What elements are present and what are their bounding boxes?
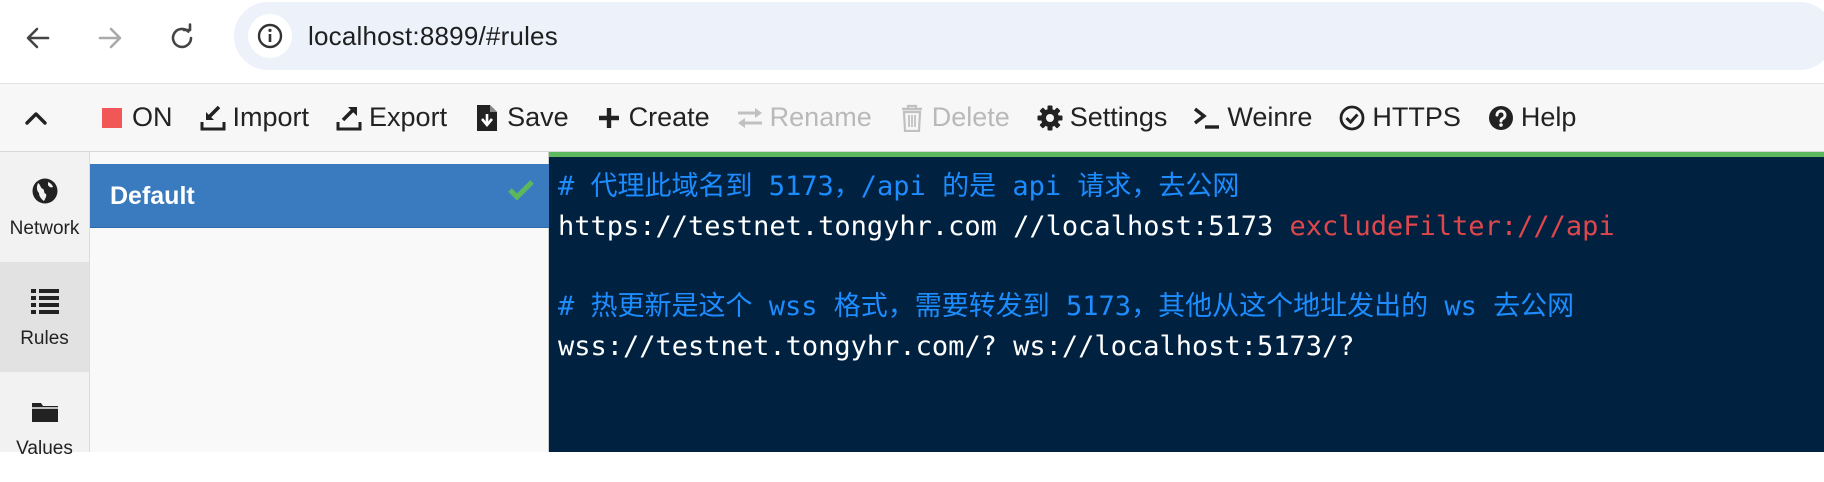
editor-line: # 代理此域名到 5173，/api 的是 api 请求，去公网 bbox=[549, 167, 1824, 207]
toolbar-label: Delete bbox=[931, 102, 1010, 132]
toggle-on-button[interactable]: ON bbox=[98, 84, 173, 152]
rail-label: Network bbox=[9, 218, 80, 239]
back-button[interactable] bbox=[16, 16, 60, 60]
editor-line: https://testnet.tongyhr.com //localhost:… bbox=[549, 207, 1824, 247]
rule-editor[interactable]: # 代理此域名到 5173，/api 的是 api 请求，去公网 https:/… bbox=[549, 152, 1824, 452]
editor-line: # 热更新是这个 wss 格式，需要转发到 5173，其他从这个地址发出的 ws… bbox=[549, 287, 1824, 327]
rule-text: wss://testnet.tongyhr.com/? ws://localho… bbox=[558, 331, 1355, 362]
app-toolbar: ON Import Export Save Create Rename Dele… bbox=[0, 84, 1824, 152]
toolbar-label: HTTPS bbox=[1372, 102, 1461, 132]
settings-button[interactable]: Settings bbox=[1036, 84, 1168, 152]
https-button[interactable]: HTTPS bbox=[1338, 84, 1461, 152]
browser-toolbar: localhost:8899/#rules bbox=[0, 0, 1824, 84]
plus-icon bbox=[595, 104, 623, 132]
toolbar-label: Settings bbox=[1069, 102, 1168, 132]
toolbar-label: Export bbox=[369, 102, 448, 132]
export-button[interactable]: Export bbox=[335, 84, 447, 152]
folder-icon bbox=[30, 394, 60, 428]
rule-text: https://testnet.tongyhr.com //localhost:… bbox=[558, 211, 1290, 242]
create-button[interactable]: Create bbox=[595, 84, 710, 152]
check-circle-icon bbox=[1338, 104, 1366, 132]
forward-button[interactable] bbox=[88, 16, 132, 60]
rail-item-network[interactable]: Network bbox=[0, 152, 89, 262]
import-icon bbox=[199, 104, 227, 132]
checkmark-icon bbox=[507, 178, 535, 207]
trash-icon bbox=[898, 104, 926, 132]
comment-text: # 代理此域名到 5173，/api 的是 api 请求，去公网 bbox=[558, 171, 1240, 202]
weinre-button[interactable]: Weinre bbox=[1193, 84, 1312, 152]
arrow-left-icon bbox=[26, 27, 50, 49]
toolbar-label: Create bbox=[628, 102, 710, 132]
delete-button[interactable]: Delete bbox=[898, 84, 1010, 152]
question-circle-icon bbox=[1487, 104, 1515, 132]
toolbar-label: Weinre bbox=[1227, 102, 1313, 132]
rail-item-rules[interactable]: Rules bbox=[0, 262, 89, 372]
stop-square-icon bbox=[98, 104, 126, 132]
editor-line: wss://testnet.tongyhr.com/? ws://localho… bbox=[549, 327, 1824, 367]
save-button[interactable]: Save bbox=[473, 84, 569, 152]
url-text[interactable]: localhost:8899/#rules bbox=[308, 2, 558, 70]
globe-icon bbox=[31, 174, 59, 208]
export-icon bbox=[335, 104, 363, 132]
address-bar[interactable]: localhost:8899/#rules bbox=[234, 2, 1824, 70]
rail-label: Values bbox=[16, 438, 73, 459]
toolbar-label: Import bbox=[232, 102, 310, 132]
toolbar-label: Save bbox=[507, 102, 569, 132]
help-button[interactable]: Help bbox=[1487, 84, 1577, 152]
comment-text: # 热更新是这个 wss 格式，需要转发到 5173，其他从这个地址发出的 ws… bbox=[558, 291, 1575, 322]
side-rail: Network Rules Values bbox=[0, 152, 90, 459]
rule-item-default[interactable]: Default bbox=[90, 164, 549, 228]
reload-icon bbox=[171, 23, 193, 49]
rules-list: Default bbox=[90, 152, 549, 452]
chevron-up-icon bbox=[25, 111, 47, 125]
rename-button[interactable]: Rename bbox=[736, 84, 872, 152]
rail-item-values[interactable]: Values bbox=[0, 372, 89, 482]
swap-arrows-icon bbox=[736, 104, 764, 132]
rail-label: Rules bbox=[20, 328, 69, 349]
filter-text: excludeFilter:///api bbox=[1289, 211, 1615, 242]
site-info-button[interactable] bbox=[248, 14, 292, 58]
save-file-icon bbox=[473, 104, 501, 132]
gear-icon bbox=[1036, 104, 1064, 132]
info-icon bbox=[257, 23, 283, 49]
arrow-right-icon bbox=[98, 27, 122, 49]
import-button[interactable]: Import bbox=[199, 84, 310, 152]
toolbar-label: ON bbox=[132, 102, 173, 132]
collapse-toolbar-button[interactable] bbox=[0, 84, 72, 152]
rule-name: Default bbox=[110, 182, 195, 210]
toolbar-label: Help bbox=[1520, 102, 1577, 132]
toolbar-label: Rename bbox=[769, 102, 872, 132]
list-icon bbox=[30, 284, 59, 318]
terminal-icon bbox=[1193, 104, 1221, 132]
reload-button[interactable] bbox=[160, 16, 204, 60]
